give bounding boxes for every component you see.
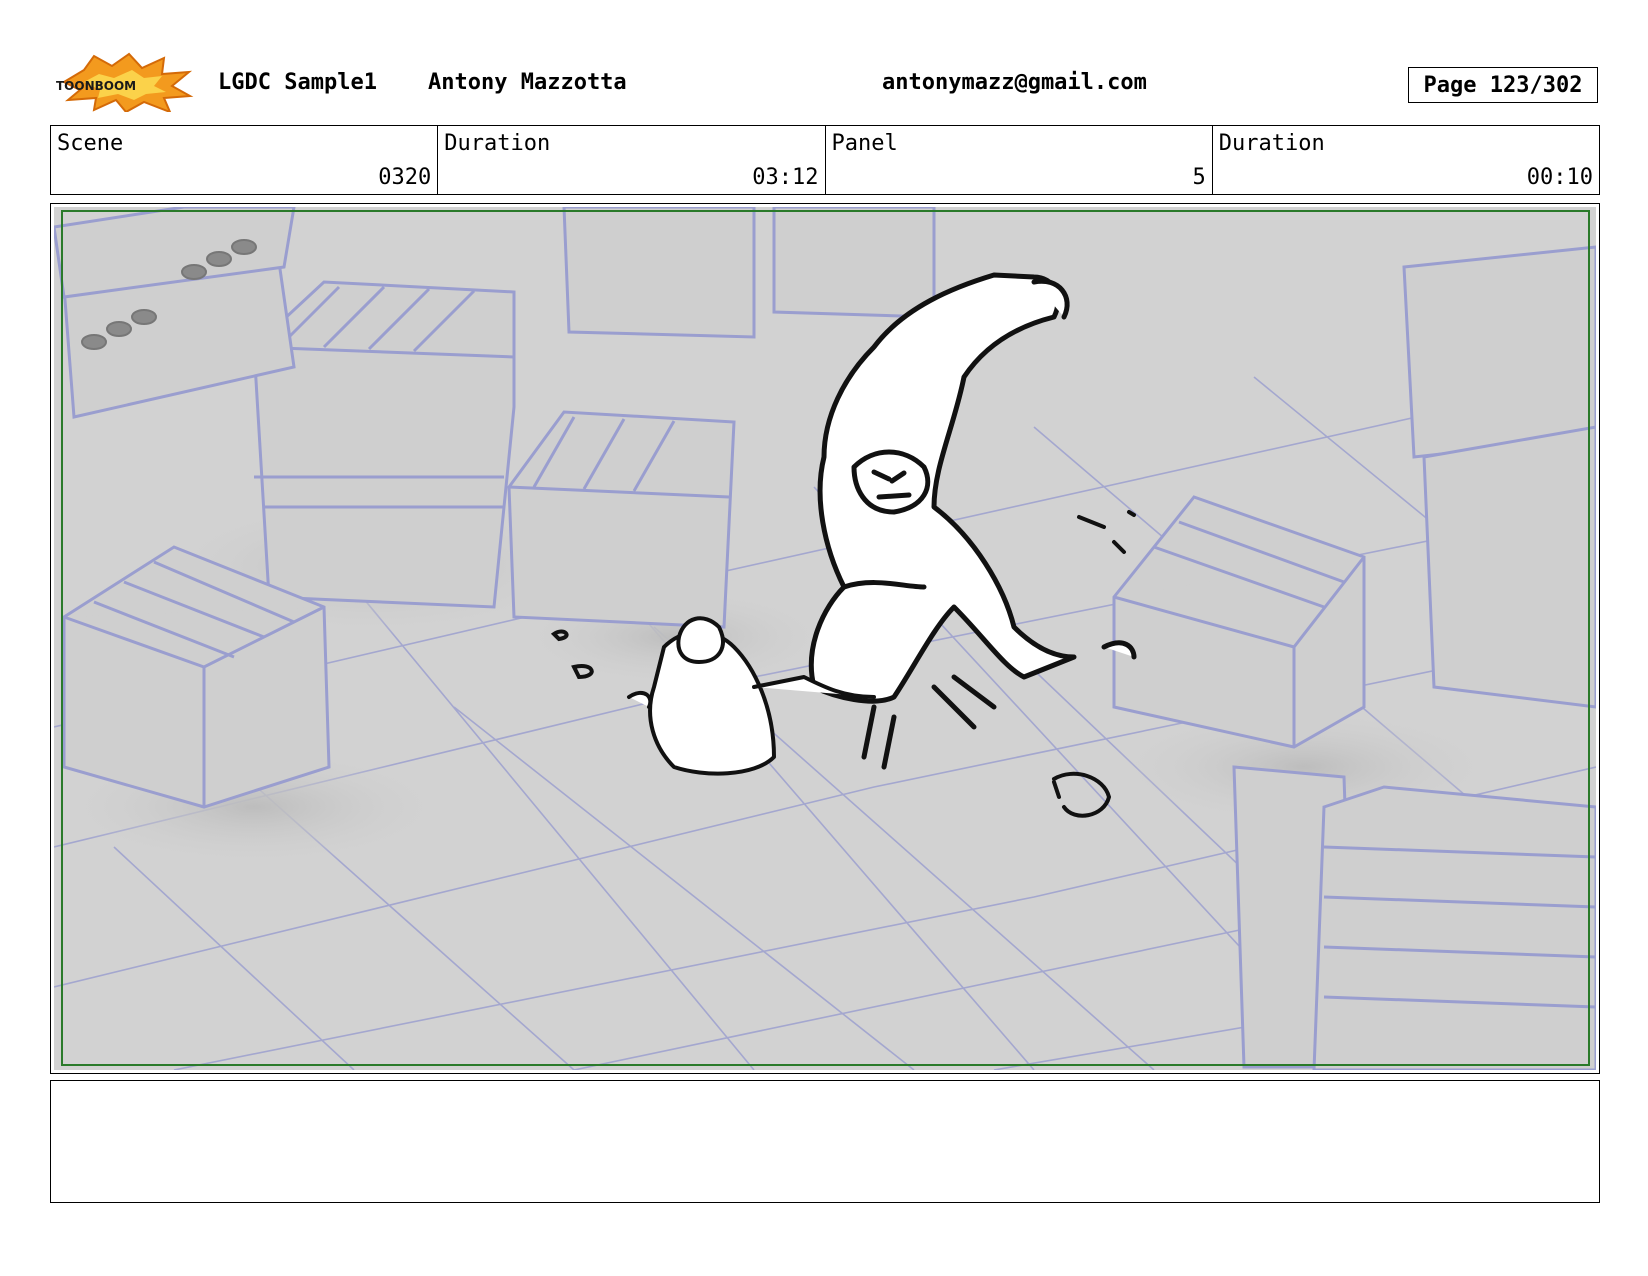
author-name: Antony Mazzotta [428,70,627,95]
scene-cell: Scene 0320 [51,126,439,194]
notes-box[interactable] [50,1080,1600,1203]
logo-text: TOONBOOM [56,79,136,93]
scene-label: Scene [57,131,124,156]
author-email: antonymazz@gmail.com [882,70,1147,95]
project-title: LGDC Sample1 [218,70,377,95]
scene-value: 0320 [378,165,432,190]
scene-duration-label: Duration [444,131,551,156]
panel-value: 5 [1192,165,1206,190]
panel-duration-cell: Duration 00:10 [1213,126,1599,194]
panel-duration-value: 00:10 [1526,165,1593,190]
panel-drawing [54,207,1596,1070]
scene-duration-value: 03:12 [752,165,819,190]
page-number: Page 123/302 [1423,72,1583,98]
toonboom-logo: TOONBOOM [54,52,194,114]
panel-label: Panel [831,131,898,156]
panel-cell: Panel 5 [826,126,1213,194]
panel-info-table: Scene 0320 Duration 03:12 Panel 5 Durati… [50,125,1600,195]
scene-duration-cell: Duration 03:12 [438,126,826,194]
page-indicator: Page 123/302 [1408,67,1598,103]
panel-duration-label: Duration [1218,131,1325,156]
